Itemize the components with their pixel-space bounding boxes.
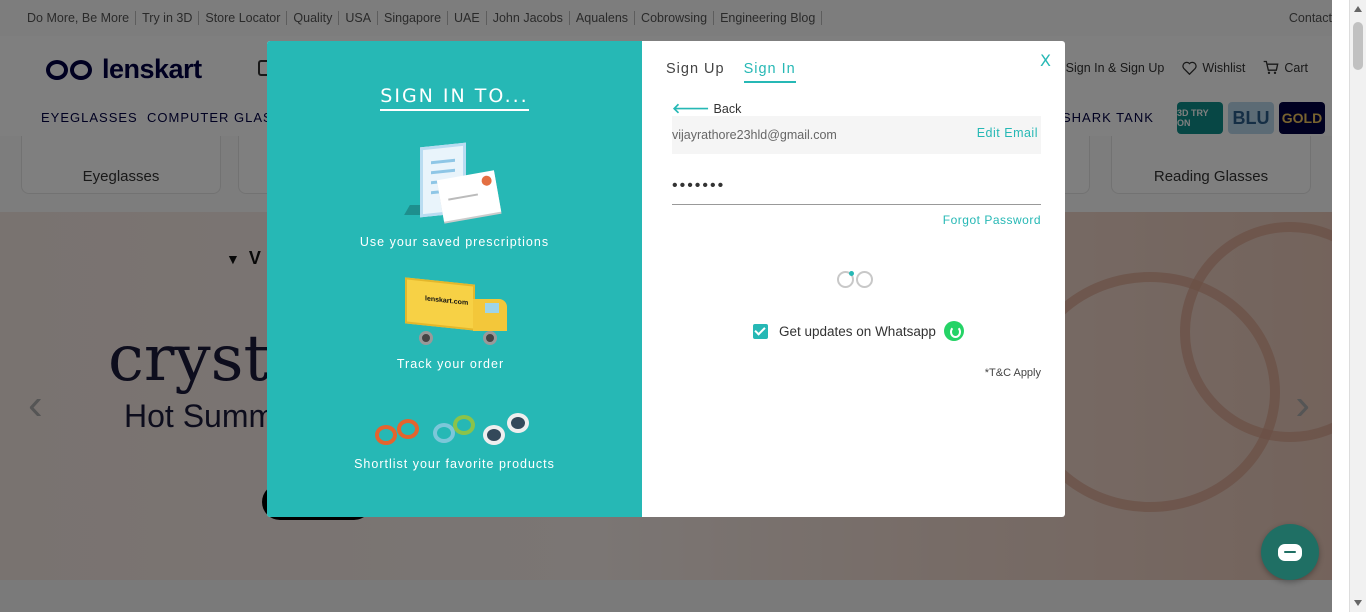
back-button[interactable]: 🡐 Back xyxy=(672,100,741,117)
close-modal-button[interactable]: X xyxy=(1040,51,1051,70)
whatsapp-checkbox[interactable] xyxy=(753,323,768,339)
page-scrollbar[interactable] xyxy=(1349,0,1366,612)
promo-heading: SIGN IN TO... xyxy=(267,85,642,111)
chat-button[interactable] xyxy=(1261,524,1319,580)
signin-form-panel: Sign Up Sign In X 🡐 Back vijayrathore23h… xyxy=(642,41,1065,517)
auth-tabs: Sign Up Sign In xyxy=(666,61,796,83)
feature-shortlist: Shortlist your favorite products xyxy=(354,457,555,471)
prescription-illustration-icon xyxy=(403,142,502,225)
signin-modal: SIGN IN TO... Use your saved prescriptio… xyxy=(267,41,1065,517)
forgot-password-link[interactable]: Forgot Password xyxy=(943,213,1041,227)
scroll-down-icon[interactable] xyxy=(1354,600,1362,606)
feature-track-order: Track your order xyxy=(396,357,505,371)
tnc-text: *T&C Apply xyxy=(984,367,1041,379)
whatsapp-optin-row: Get updates on Whatsapp xyxy=(753,321,964,341)
truck-illustration-icon: lenskart.com xyxy=(403,277,513,347)
promo-heading-text: SIGN IN TO... xyxy=(380,85,529,111)
tab-sign-in[interactable]: Sign In xyxy=(743,61,796,83)
chat-icon xyxy=(1278,543,1302,561)
modal-promo-panel: SIGN IN TO... Use your saved prescriptio… xyxy=(267,41,642,517)
edit-email-link[interactable]: Edit Email xyxy=(977,126,1038,140)
scrollbar-thumb[interactable] xyxy=(1353,22,1363,70)
whatsapp-icon xyxy=(943,321,964,341)
email-display-row: vijayrathore23hld@gmail.com Edit Email xyxy=(672,116,1041,154)
truck-brand-text: lenskart.com xyxy=(425,295,469,307)
password-field[interactable]: ••••••• xyxy=(672,173,1041,205)
email-value: vijayrathore23hld@gmail.com xyxy=(672,128,837,142)
whatsapp-label: Get updates on Whatsapp xyxy=(779,323,936,339)
back-label: Back xyxy=(713,101,742,116)
arrow-left-icon: 🡐 xyxy=(672,100,710,116)
glasses-illustration-icon xyxy=(367,409,537,457)
tab-sign-up[interactable]: Sign Up xyxy=(666,61,725,83)
scroll-up-icon[interactable] xyxy=(1354,6,1362,12)
feature-prescriptions: Use your saved prescriptions xyxy=(359,235,550,249)
loading-spinner-icon xyxy=(837,269,879,291)
